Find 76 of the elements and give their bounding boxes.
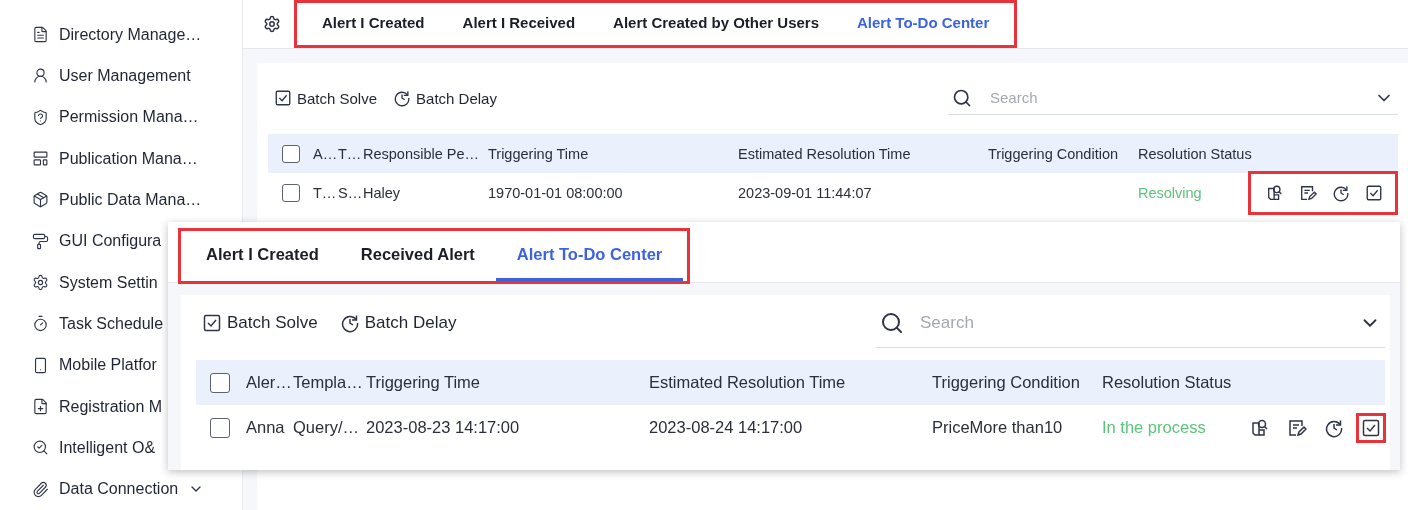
search-icon	[880, 310, 904, 335]
clock-arrow-icon	[339, 313, 360, 333]
sidebar-item[interactable]: Public Data Mana…	[32, 179, 242, 221]
table-cell: 1970-01-01 08:00:00	[488, 185, 623, 201]
table-cell: 2023-08-24 14:17:00	[649, 418, 803, 436]
column-header: Triggering Time	[488, 145, 589, 162]
sidebar-item[interactable]: Mobile Platfor	[32, 344, 242, 386]
checkbox-tick-icon	[274, 89, 292, 107]
tab[interactable]: Alert To-Do Center	[838, 3, 1009, 45]
column-header: Triggering Condition	[932, 373, 1080, 391]
table-cell: PriceMore than10	[932, 418, 1063, 436]
sidebar-item[interactable]: User Management	[32, 55, 242, 97]
tab[interactable]: Alert To-Do Center	[495, 231, 684, 281]
search-input[interactable]: Search	[988, 88, 1358, 107]
column-header: Triggering Condition	[988, 145, 1119, 162]
column-header: Templa…	[293, 373, 363, 391]
clock-arrow-icon	[1332, 184, 1350, 202]
paperclip-icon	[32, 480, 49, 498]
column-header: A…	[313, 145, 338, 162]
edit-icon	[1299, 184, 1317, 202]
column-header: Resolution Status	[1102, 373, 1232, 391]
settings-icon[interactable]	[263, 15, 281, 33]
sidebar-item[interactable]: Directory Manage…	[32, 14, 242, 56]
shield-icon	[32, 108, 49, 126]
paint-roller-icon	[32, 232, 49, 250]
batch-delay-button[interactable]: Batch Delay	[339, 313, 457, 333]
status-text: Resolving	[1138, 185, 1202, 201]
table-cell: S…	[338, 185, 363, 201]
column-header: Resolution Status	[1138, 145, 1252, 162]
document-icon	[32, 26, 49, 44]
checkbox-tick-icon	[1365, 184, 1383, 202]
table-cell: 2023-08-23 14:17:00	[366, 418, 520, 436]
batch-delay-button[interactable]: Batch Delay	[393, 89, 497, 107]
status-text: In the process	[1102, 418, 1206, 436]
checkbox[interactable]	[282, 144, 300, 163]
checkbox[interactable]	[282, 184, 300, 202]
settings-icon	[32, 274, 49, 292]
table-cell: Haley	[363, 185, 401, 201]
checkbox-tick-icon	[202, 313, 222, 333]
checkbox[interactable]	[210, 417, 230, 438]
table-cell: Anna	[246, 418, 285, 436]
search-icon	[952, 87, 972, 108]
phone-icon	[32, 356, 49, 374]
table-cell: Query/…	[293, 418, 360, 436]
sidebar-item[interactable]: Registration M	[32, 385, 242, 428]
checkbox-tick-icon	[1361, 417, 1381, 438]
sidebar-item[interactable]: Permission Mana…	[32, 96, 242, 138]
column-header: Triggering Time	[366, 373, 480, 391]
search-input[interactable]: Search	[918, 311, 1345, 334]
edit-icon	[1287, 417, 1307, 438]
sidebar-item[interactable]: Data Connection	[32, 468, 242, 510]
sidebar-item[interactable]: Publication Mana…	[32, 138, 242, 180]
column-header: Responsible Pe…	[363, 145, 480, 162]
timer-icon	[32, 315, 49, 333]
document-search-icon	[1250, 417, 1270, 438]
batch-solve-button[interactable]: Batch Solve	[202, 313, 318, 333]
layout-icon	[32, 150, 49, 168]
table-cell: T…	[313, 185, 337, 201]
tab[interactable]: Alert I Received	[443, 3, 595, 45]
sidebar-item[interactable]: Intelligent O&	[32, 427, 242, 469]
document-search-icon	[1266, 184, 1284, 202]
checkbox[interactable]	[210, 372, 230, 393]
tab[interactable]: Received Alert	[339, 231, 496, 281]
table-cell: 2023-09-01 11:44:07	[738, 185, 872, 201]
package-icon	[32, 191, 49, 209]
file-plus-icon	[32, 398, 49, 416]
column-header: Aler…	[246, 373, 292, 391]
tab[interactable]: Alert I Created	[303, 3, 444, 45]
tab[interactable]: Alert Created by Other Users	[594, 3, 838, 45]
user-icon	[32, 67, 49, 85]
column-header: T…	[338, 145, 362, 162]
column-header: Estimated Resolution Time	[738, 145, 911, 162]
column-header: Estimated Resolution Time	[649, 373, 846, 391]
batch-solve-button[interactable]: Batch Solve	[274, 89, 378, 107]
clock-arrow-icon	[393, 89, 412, 107]
search-check-icon	[32, 439, 49, 457]
